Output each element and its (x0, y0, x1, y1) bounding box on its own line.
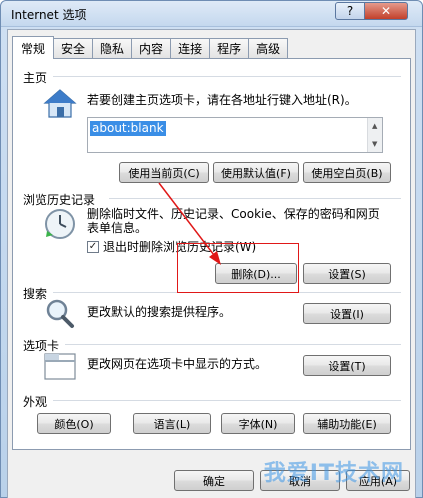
colors-button[interactable]: 颜色(O) (37, 413, 111, 434)
homepage-section-title: 主页 (23, 71, 48, 85)
languages-button[interactable]: 语言(L) (133, 413, 211, 434)
appearance-separator (53, 400, 401, 401)
tab-security[interactable]: 安全 (53, 38, 94, 58)
history-clock-icon (45, 209, 75, 239)
history-description-line2: 表单信息。 (87, 221, 148, 235)
history-description-line1: 删除临时文件、历史记录、Cookie、保存的密码和网页 (87, 207, 380, 221)
tabs-separator (65, 344, 401, 345)
home-icon (43, 89, 77, 118)
tab-general[interactable]: 常规 (12, 36, 55, 59)
watermark-text: 我爱IT技术网 (263, 461, 404, 486)
use-blank-page-button[interactable]: 使用空白页(B) (303, 162, 391, 183)
tab-connections[interactable]: 连接 (170, 38, 211, 58)
help-button[interactable]: ? (335, 2, 365, 20)
delete-on-exit-checkbox[interactable]: ✓ (87, 241, 99, 253)
annotation-arrow (158, 182, 221, 265)
search-description: 更改默认的搜索提供程序。 (87, 305, 232, 319)
ok-button[interactable]: 确定 (174, 470, 254, 491)
homepage-separator (53, 76, 401, 77)
close-button[interactable]: ✕ (364, 2, 408, 20)
homepage-address-value: about:blank (90, 121, 166, 136)
search-settings-button[interactable]: 设置(I) (303, 303, 391, 324)
fonts-button[interactable]: 字体(N) (221, 413, 295, 434)
tab-privacy[interactable]: 隐私 (92, 38, 133, 58)
search-magnifier-icon (46, 299, 74, 328)
homepage-address-field[interactable]: about:blank ▲ ▼ (87, 117, 383, 153)
accessibility-button[interactable]: 辅助功能(E) (303, 413, 391, 434)
internet-options-window: Internet 选项 ? ✕ 常规 安全 隐私 内容 连接 程序 高级 主页 … (0, 0, 423, 498)
tabs-window-icon (44, 353, 76, 380)
window-title: Internet 选项 (11, 8, 87, 22)
scroll-down-icon[interactable]: ▼ (372, 140, 377, 148)
tab-advanced[interactable]: 高级 (248, 38, 289, 58)
tab-content[interactable]: 内容 (131, 38, 172, 58)
history-settings-button[interactable]: 设置(S) (303, 263, 391, 284)
tabs-description: 更改网页在选项卡中显示的方式。 (87, 357, 268, 371)
scroll-up-icon[interactable]: ▲ (372, 122, 377, 130)
appearance-section-title: 外观 (23, 395, 48, 409)
homepage-description: 若要创建主页选项卡，请在各地址行键入地址(R)。 (87, 93, 357, 107)
title-bar[interactable]: Internet 选项 ? ✕ (1, 1, 422, 27)
tabs-settings-button[interactable]: 设置(T) (303, 355, 391, 376)
tab-programs[interactable]: 程序 (209, 38, 250, 58)
tab-strip: 常规 安全 隐私 内容 连接 程序 高级 (12, 36, 289, 59)
address-scrollbar[interactable]: ▲ ▼ (367, 118, 382, 152)
history-section-title: 浏览历史记录 (23, 193, 96, 207)
